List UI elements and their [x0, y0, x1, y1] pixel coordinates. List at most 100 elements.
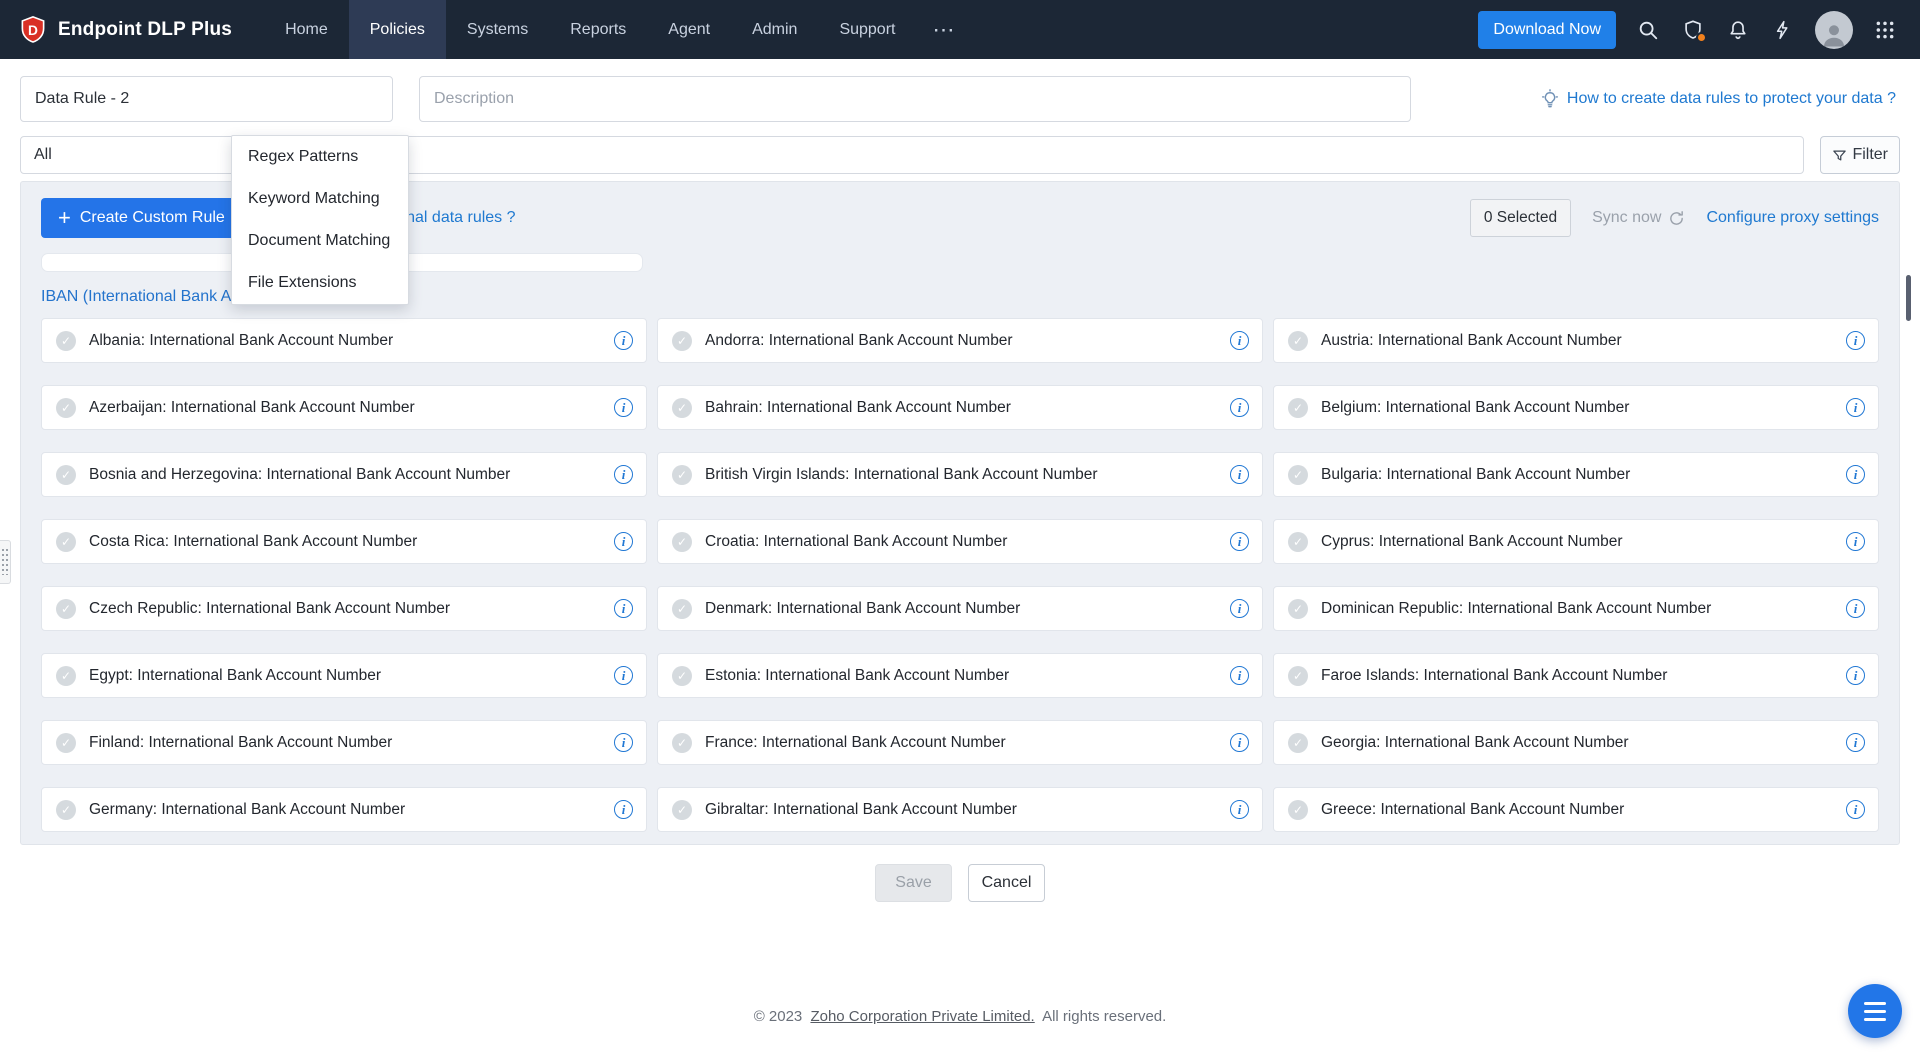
rule-card[interactable]: Germany: International Bank Account Numb… [41, 787, 647, 832]
info-icon[interactable] [614, 666, 633, 685]
menu-item-file-extensions[interactable]: File Extensions [232, 262, 408, 304]
rule-checkbox[interactable] [56, 732, 76, 753]
rule-card[interactable]: Czech Republic: International Bank Accou… [41, 586, 647, 631]
info-icon[interactable] [614, 532, 633, 551]
bell-icon[interactable] [1725, 17, 1751, 43]
rule-checkbox[interactable] [672, 531, 692, 552]
rule-card[interactable]: Azerbaijan: International Bank Account N… [41, 385, 647, 430]
rule-checkbox[interactable] [56, 330, 76, 351]
rule-card[interactable]: Croatia: International Bank Account Numb… [657, 519, 1263, 564]
info-icon[interactable] [1846, 398, 1865, 417]
rule-card[interactable]: Bosnia and Herzegovina: International Ba… [41, 452, 647, 497]
description-input[interactable] [419, 76, 1411, 122]
info-icon[interactable] [614, 599, 633, 618]
info-icon[interactable] [1230, 331, 1249, 350]
side-panel-grip[interactable] [0, 540, 11, 584]
rule-card[interactable]: Finland: International Bank Account Numb… [41, 720, 647, 765]
rule-card[interactable]: Faroe Islands: International Bank Accoun… [1273, 653, 1879, 698]
download-now-button[interactable]: Download Now [1478, 10, 1616, 49]
nav-item-systems[interactable]: Systems [446, 0, 549, 59]
avatar[interactable] [1815, 10, 1853, 49]
info-icon[interactable] [614, 398, 633, 417]
info-icon[interactable] [614, 800, 633, 819]
info-icon[interactable] [1230, 733, 1249, 752]
rule-checkbox[interactable] [1288, 531, 1308, 552]
security-shield-icon[interactable] [1680, 17, 1707, 43]
info-icon[interactable] [1846, 465, 1865, 484]
info-icon[interactable] [1846, 666, 1865, 685]
info-icon[interactable] [614, 733, 633, 752]
rule-checkbox[interactable] [1288, 397, 1308, 418]
rule-checkbox[interactable] [1288, 665, 1308, 686]
search-icon[interactable] [1635, 17, 1661, 43]
rule-checkbox[interactable] [672, 598, 692, 619]
rule-checkbox[interactable] [672, 397, 692, 418]
rule-card[interactable]: Greece: International Bank Account Numbe… [1273, 787, 1879, 832]
cancel-button[interactable]: Cancel [968, 864, 1045, 902]
info-icon[interactable] [1846, 532, 1865, 551]
info-icon[interactable] [1230, 800, 1249, 819]
info-icon[interactable] [1230, 532, 1249, 551]
info-icon[interactable] [1846, 599, 1865, 618]
rule-checkbox[interactable] [56, 598, 76, 619]
rule-name-input[interactable] [20, 76, 393, 122]
rule-checkbox[interactable] [56, 799, 76, 820]
rule-card[interactable]: France: International Bank Account Numbe… [657, 720, 1263, 765]
info-icon[interactable] [1846, 800, 1865, 819]
nav-more-icon[interactable] [916, 0, 970, 59]
rule-checkbox[interactable] [56, 665, 76, 686]
rule-card[interactable]: Gibraltar: International Bank Account Nu… [657, 787, 1263, 832]
brand[interactable]: D Endpoint DLP Plus [18, 0, 232, 59]
info-icon[interactable] [1230, 398, 1249, 417]
info-icon[interactable] [614, 331, 633, 350]
info-icon[interactable] [1230, 599, 1249, 618]
selected-count-chip[interactable]: 0 Selected [1469, 199, 1572, 237]
rule-card[interactable]: Belgium: International Bank Account Numb… [1273, 385, 1879, 430]
rule-checkbox[interactable] [672, 732, 692, 753]
rule-checkbox[interactable] [672, 665, 692, 686]
help-link[interactable]: How to create data rules to protect your… [1540, 89, 1900, 109]
rule-card[interactable]: British Virgin Islands: International Ba… [657, 452, 1263, 497]
rule-card[interactable]: Estonia: International Bank Account Numb… [657, 653, 1263, 698]
rule-card[interactable]: Georgia: International Bank Account Numb… [1273, 720, 1879, 765]
nav-item-support[interactable]: Support [818, 0, 916, 59]
rule-card[interactable]: Bulgaria: International Bank Account Num… [1273, 452, 1879, 497]
scrollbar-thumb[interactable] [1906, 275, 1911, 321]
apps-grid-icon[interactable] [1872, 17, 1898, 43]
rule-checkbox[interactable] [56, 397, 76, 418]
rule-checkbox[interactable] [672, 464, 692, 485]
nav-item-agent[interactable]: Agent [647, 0, 731, 59]
filter-button[interactable]: Filter [1820, 136, 1900, 174]
info-icon[interactable] [1230, 465, 1249, 484]
lightning-icon[interactable] [1770, 17, 1796, 43]
rule-card[interactable]: Cyprus: International Bank Account Numbe… [1273, 519, 1879, 564]
nav-item-admin[interactable]: Admin [731, 0, 818, 59]
nav-item-policies[interactable]: Policies [348, 0, 446, 59]
rule-checkbox[interactable] [1288, 330, 1308, 351]
info-icon[interactable] [1230, 666, 1249, 685]
rule-card[interactable]: Egypt: International Bank Account Number [41, 653, 647, 698]
rule-checkbox[interactable] [1288, 799, 1308, 820]
rule-card[interactable]: Costa Rica: International Bank Account N… [41, 519, 647, 564]
menu-item-regex-patterns[interactable]: Regex Patterns [232, 136, 408, 178]
info-icon[interactable] [614, 465, 633, 484]
rule-card[interactable]: Austria: International Bank Account Numb… [1273, 318, 1879, 363]
rule-checkbox[interactable] [56, 531, 76, 552]
rule-card[interactable]: Bahrain: International Bank Account Numb… [657, 385, 1263, 430]
company-link[interactable]: Zoho Corporation Private Limited. [810, 1008, 1034, 1025]
info-icon[interactable] [1846, 733, 1865, 752]
rule-card[interactable]: Dominican Republic: International Bank A… [1273, 586, 1879, 631]
sync-now-button[interactable]: Sync now [1592, 209, 1685, 227]
rule-checkbox[interactable] [672, 330, 692, 351]
rule-checkbox[interactable] [1288, 732, 1308, 753]
nav-item-reports[interactable]: Reports [549, 0, 647, 59]
save-button[interactable]: Save [875, 864, 952, 902]
configure-proxy-link[interactable]: Configure proxy settings [1706, 209, 1879, 227]
rule-checkbox[interactable] [1288, 598, 1308, 619]
menu-item-keyword-matching[interactable]: Keyword Matching [232, 178, 408, 220]
floating-menu-button[interactable] [1848, 984, 1902, 1038]
rule-card[interactable]: Albania: International Bank Account Numb… [41, 318, 647, 363]
nav-item-home[interactable]: Home [264, 0, 349, 59]
menu-item-document-matching[interactable]: Document Matching [232, 220, 408, 262]
rule-card[interactable]: Denmark: International Bank Account Numb… [657, 586, 1263, 631]
